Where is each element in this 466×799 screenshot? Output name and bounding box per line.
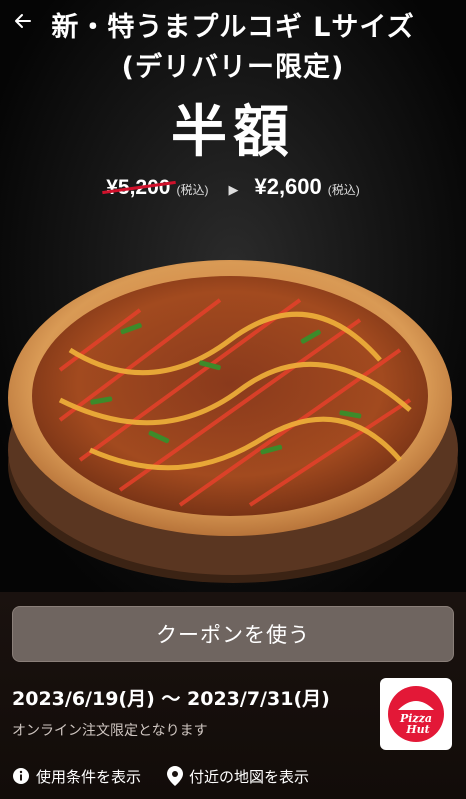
svg-text:Hut: Hut [405,723,429,736]
map-link[interactable]: 付近の地図を表示 [167,764,309,788]
discount-label: 半額 [171,100,295,165]
old-price-tax: (税込) [176,183,209,197]
terms-link[interactable]: 使用条件を表示 [12,764,141,788]
title-line-2: (デリバリー限定) [121,52,345,83]
title-line-1: 新・特うまプルコギ Lサイズ [51,12,415,43]
price-row: ¥5,200 (税込) ▶ ¥2,600 (税込) [0,174,466,200]
map-link-label: 付近の地図を表示 [189,767,310,786]
validity-period: 2023/6/19(月) 〜 2023/7/31(月) [12,688,330,710]
use-coupon-button[interactable]: クーポンを使う [12,606,454,662]
new-price-tax: (税込) [327,183,360,197]
terms-link-label: 使用条件を表示 [36,767,142,786]
info-icon [13,768,29,784]
product-title: 新・特うまプルコギ Lサイズ (デリバリー限定) [0,8,466,88]
hero-banner: 新・特うまプルコギ Lサイズ (デリバリー限定) 半額 ¥5,200 (税込) … [0,0,466,600]
old-price: ¥5,200 [102,176,177,200]
coupon-panel: クーポンを使う 2023/6/19(月) 〜 2023/7/31(月) オンライ… [0,592,466,799]
pizza-hut-logo-mark: Pizza Hut [388,686,444,742]
pizza-image [0,250,466,595]
online-only-note: オンライン注文限定となります [12,723,208,739]
pizza-hut-logo: Pizza Hut [380,678,452,750]
pizza-illustration [8,260,458,583]
location-pin-icon [167,766,184,786]
new-price: ¥2,600 [254,174,322,199]
footer-links: 使用条件を表示 付近の地図を表示 [12,764,454,788]
play-arrow-icon: ▶ [228,182,239,197]
